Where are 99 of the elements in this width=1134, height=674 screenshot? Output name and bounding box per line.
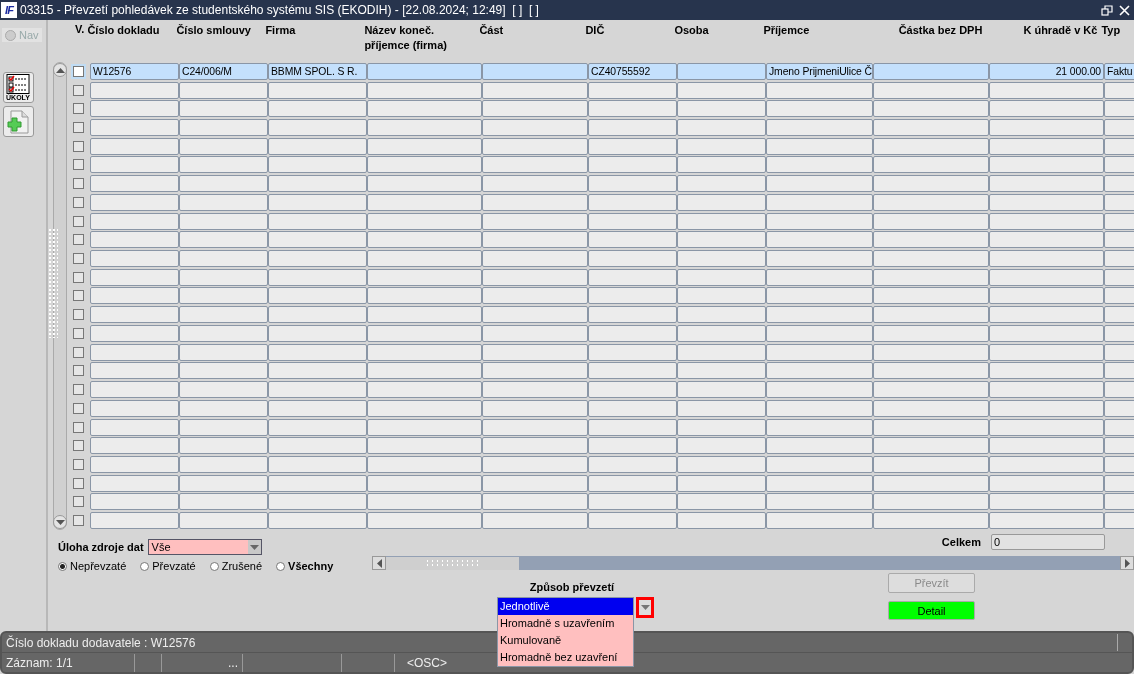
row-checkbox[interactable] [73,384,84,396]
mode-indicator: <OSC> [406,654,449,672]
dropdown-option[interactable]: Kumulovaně [498,632,633,649]
method-label: Způsob převzetí [528,581,616,593]
table-cell [1104,362,1134,380]
table-cell [1104,231,1134,249]
table-cell [1104,193,1134,211]
status-text: ... [162,653,243,672]
row-checkbox[interactable] [73,103,84,115]
table-cell [1104,512,1134,530]
row-checkbox[interactable] [73,327,84,339]
record-counter: Záznam: 1/1 [2,653,135,672]
column-header: Částka bez DPH [897,23,984,38]
scroll-up-icon[interactable] [55,67,65,73]
restore-icon[interactable] [1101,4,1113,16]
table-cell [1104,493,1134,511]
dropdown-button[interactable] [636,597,654,618]
source-select[interactable]: Vše [147,539,262,555]
row-checkbox[interactable] [73,215,84,227]
table-cell [1104,268,1134,286]
table-cell [1104,287,1134,305]
table-cell [1104,381,1134,399]
row-checkbox[interactable] [73,290,84,302]
table-cell [1104,156,1134,174]
row-checkbox[interactable] [73,140,84,152]
column-header: Firma [264,23,297,38]
column-header: Číslo smlouvy [175,23,252,38]
caret-icon[interactable] [249,544,259,550]
horizontal-scrollbar[interactable] [372,556,1134,570]
table-cell: BBMM SPOL. S R. [268,62,367,80]
action-button[interactable]: Detail [888,601,975,620]
caret-icon[interactable] [640,605,650,610]
column-header: Číslo dokladu [86,23,161,38]
column-header: Příjemce [762,23,811,38]
table-cell [1104,474,1134,492]
row-checkbox[interactable] [73,159,84,171]
row-checkbox[interactable] [73,65,84,77]
row-checkbox[interactable] [73,122,84,133]
table-cell [1104,212,1134,230]
table-cell [1104,119,1134,136]
scroll-down-icon[interactable] [55,519,65,525]
source-label: Úloha zdroje dat [58,541,144,553]
row-checkbox[interactable] [73,402,84,414]
status-message: Číslo dokladu dodavatele : W12576 [5,635,196,650]
column-header: Typ [1100,23,1122,38]
row-checkbox[interactable] [73,271,84,283]
window-title: 03315 - Převzetí pohledávek ze studentského systému SIS (EKODIH) - [22.08.2024; 12:49] [ ] [ ] [20,3,539,17]
row-checkbox[interactable] [73,440,84,452]
row-checkbox[interactable] [73,365,84,377]
row-checkbox[interactable] [73,178,84,190]
table-cell [1104,343,1134,361]
table-cell [1104,418,1134,436]
table-cell: Faktu [1104,62,1134,80]
table-cell [1104,175,1134,193]
table-cell: CZ40755592 [588,62,677,80]
row-checkbox[interactable] [73,309,84,321]
scroll-left-icon[interactable] [376,558,382,568]
total-field: 0 [991,534,1105,550]
table-cell [1104,399,1134,417]
table-cell [1104,455,1134,473]
table-cell [1104,137,1134,155]
app-logo: IF [1,2,17,18]
dropdown-option[interactable]: Hromadně s uzavřením [498,615,633,632]
column-header: K úhradě v Kč [1022,23,1099,38]
column-header: DIČ [584,23,606,38]
filter-radio[interactable]: Nepřevzaté [58,560,127,572]
scroll-right-icon[interactable] [1124,558,1130,568]
row-checkbox[interactable] [73,458,84,470]
table-cell [1104,306,1134,324]
table-cell [1104,100,1134,118]
total-label: Celkem [941,536,981,548]
filter-radio[interactable]: Zrušené [209,560,263,572]
close-icon[interactable] [1119,4,1130,16]
column-header: Část [478,23,505,38]
dropdown-option[interactable]: Jednotlivě [498,598,633,615]
column-header: Název koneč. příjemce (firma) [363,23,448,53]
dropdown-option[interactable]: Hromadně bez uzavření [498,649,633,666]
row-checkbox[interactable] [73,496,84,508]
row-checkbox[interactable] [73,515,84,527]
row-checkbox[interactable] [73,346,84,358]
table-cell [1104,250,1134,268]
row-checkbox[interactable] [73,477,84,489]
row-checkbox[interactable] [73,234,84,246]
filter-radio[interactable]: Všechny [276,560,334,572]
row-checkbox[interactable] [73,253,84,265]
row-checkbox[interactable] [73,84,84,96]
table-cell [1104,437,1134,455]
table-cell: W12576 [90,62,179,80]
add-document-button[interactable] [2,106,34,137]
table-cell: Jmeno PrijmeniUlice Č [766,62,873,80]
column-header: Osoba [673,23,710,38]
row-checkbox[interactable] [73,196,84,208]
row-checkbox[interactable] [73,421,84,433]
table-cell: C24/006/M [179,62,268,80]
table-cell [1104,81,1134,99]
table-cell [1104,324,1134,342]
filter-radio[interactable]: Převzaté [140,560,196,572]
column-header: V. [75,23,85,37]
table-cell: 21 000.00 [989,62,1104,80]
